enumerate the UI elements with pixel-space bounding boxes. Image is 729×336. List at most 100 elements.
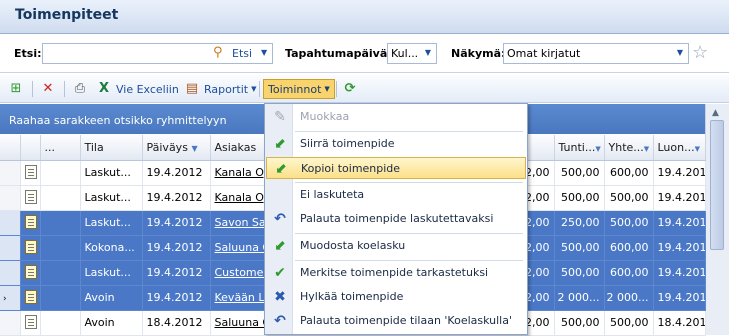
- current-row-arrow-icon: ›: [3, 294, 7, 304]
- search-bar: Etsi: ⚲ Etsi ▼ Tapahtumapäivä: Kul... ▼ …: [0, 35, 729, 73]
- cell-date: 19.4.2012: [142, 185, 211, 211]
- refresh-button[interactable]: ⟳: [342, 79, 362, 99]
- pencil-icon: ✎: [274, 109, 286, 125]
- arrow-icon: ⬋: [274, 136, 286, 152]
- cell-hours: 500,00: [554, 260, 605, 286]
- chevron-down-icon[interactable]: ▼: [425, 48, 431, 57]
- date-select[interactable]: Kul... ▼: [387, 43, 437, 64]
- column-header-total[interactable]: Yhte...▼: [604, 135, 654, 161]
- cell-date: 19.4.2012: [142, 235, 211, 261]
- toolbar-separator: [64, 81, 65, 97]
- search-button[interactable]: Etsi: [232, 47, 252, 60]
- menu-item-restore-invoiceable[interactable]: ↶ Palauta toimenpide laskutettavaksi: [266, 208, 526, 230]
- row-indicator: [0, 260, 21, 286]
- column-header[interactable]: ...: [40, 135, 81, 161]
- column-header-date[interactable]: Päiväys ▼: [142, 135, 211, 161]
- cell-date: 19.4.2012: [142, 210, 211, 236]
- scroll-up-icon[interactable]: ▲: [712, 108, 719, 118]
- column-header-tila[interactable]: Tila: [80, 135, 143, 161]
- menu-separator: [295, 260, 523, 261]
- menu-item-no-invoice[interactable]: Ei laskuteta: [266, 184, 526, 206]
- cell-total: 2 000...: [604, 285, 654, 311]
- search-icon[interactable]: ⚲: [213, 45, 223, 60]
- chevron-down-icon[interactable]: ▼: [261, 48, 267, 57]
- delete-button[interactable]: ✕: [40, 79, 60, 99]
- menu-item-edit[interactable]: ✎ Muokkaa: [266, 106, 526, 128]
- view-select-value: Omat kirjatut: [507, 47, 581, 60]
- cell-created: 19.4.2012: [653, 260, 706, 286]
- row-indicator: [0, 235, 21, 261]
- group-hint: Raahaa sarakkeen otsikko ryhmittelyyn: [9, 114, 227, 127]
- arrow-icon: ⬋: [275, 161, 287, 177]
- window-titlebar: Toimenpiteet: [0, 0, 729, 34]
- document-icon: [24, 315, 37, 329]
- favorite-star-icon[interactable]: ☆: [692, 42, 708, 63]
- date-select-value: Kul...: [391, 47, 419, 60]
- export-excel-label: Vie Exceliin: [116, 82, 179, 96]
- row-icon-cell: [20, 160, 41, 186]
- cell-tila: Laskut...: [80, 160, 143, 186]
- menu-item-restore-trial[interactable]: ↶ Palauta toimenpide tilaan 'Koelaskulla…: [266, 310, 526, 332]
- menu-item-label: Hylkää toimenpide: [300, 290, 404, 303]
- menu-item-label: Ei laskuteta: [300, 188, 365, 201]
- menu-item-create-trial-invoice[interactable]: ⬋ Muodosta koelasku: [266, 235, 526, 257]
- row-icon-cell: [20, 260, 41, 286]
- row-icon-cell: [20, 185, 41, 211]
- refresh-icon: ⟳: [344, 81, 356, 96]
- add-icon: ⊞: [10, 81, 22, 96]
- document-icon: [24, 265, 37, 279]
- menu-item-label: Kopioi toimenpide: [301, 162, 401, 175]
- cell-empty: [40, 260, 81, 286]
- cell-date: 19.4.2012: [142, 160, 211, 186]
- row-indicator: [0, 310, 21, 336]
- search-input[interactable]: ⚲ Etsi ▼: [42, 43, 273, 64]
- column-header-total-label: Yhte...: [608, 140, 644, 154]
- column-header-created-label: Luon...: [657, 140, 695, 154]
- menu-item-label: Merkitse toimenpide tarkastetuksi: [300, 266, 489, 279]
- menu-separator: [295, 182, 523, 183]
- column-header-hours[interactable]: Tunti...▼: [554, 135, 605, 161]
- cell-date: 19.4.2012: [142, 285, 211, 311]
- actions-menu-button[interactable]: Toiminnot ▼: [263, 79, 335, 99]
- scrollbar-thumb[interactable]: [710, 120, 724, 250]
- cell-empty: [40, 185, 81, 211]
- print-button[interactable]: ⎙: [72, 79, 92, 99]
- page-title: Toimenpiteet: [15, 7, 119, 23]
- undo-icon: ↶: [274, 211, 286, 227]
- chevron-down-icon: ▼: [324, 85, 330, 93]
- reports-button[interactable]: ▤ Raportit ▼: [184, 79, 257, 99]
- export-excel-button[interactable]: X Vie Exceliin: [96, 79, 179, 99]
- cell-total: 500,00: [604, 210, 654, 236]
- cell-created: 19.4.2012: [653, 285, 706, 311]
- row-icon-cell: [20, 210, 41, 236]
- toolbar: ⊞ ✕ ⎙ X Vie Exceliin ▤ Raportit ▼ Toimin…: [0, 75, 729, 103]
- actions-dropdown-menu: ✎ Muokkaa ⬋ Siirrä toimenpide ⬋ Kopioi t…: [264, 103, 528, 335]
- cell-created: 18.4.2012: [653, 310, 706, 336]
- vertical-scrollbar[interactable]: ▲: [705, 104, 729, 335]
- add-button[interactable]: ⊞: [8, 79, 28, 99]
- filter-icon: ▼: [643, 144, 650, 153]
- cell-empty: [40, 235, 81, 261]
- cell-tila: Kokona...: [80, 235, 143, 261]
- menu-item-mark-checked[interactable]: ✔ Merkitse toimenpide tarkastetuksi: [266, 262, 526, 284]
- reports-label: Raportit: [204, 82, 249, 96]
- cell-total: 500,00: [604, 185, 654, 211]
- toolbar-separator: [32, 81, 33, 97]
- cell-created: 19.4.2012: [653, 160, 706, 186]
- delete-icon: ✕: [42, 81, 54, 96]
- menu-item-label: Muodosta koelasku: [300, 239, 406, 252]
- menu-item-copy[interactable]: ⬋ Kopioi toimenpide: [266, 157, 526, 179]
- column-header-icon: [20, 135, 41, 161]
- view-select[interactable]: Omat kirjatut ▼: [503, 43, 689, 64]
- cell-total: 600,00: [604, 235, 654, 261]
- actions-label: Toiminnot: [268, 82, 322, 96]
- cell-created: 19.4.2012: [653, 235, 706, 261]
- arrow-icon: ⬋: [274, 238, 286, 254]
- column-header-created[interactable]: Luon...▼: [653, 135, 706, 161]
- menu-item-move[interactable]: ⬋ Siirrä toimenpide: [266, 133, 526, 155]
- cell-created: 19.4.2012: [653, 210, 706, 236]
- search-label: Etsi:: [14, 47, 42, 60]
- cell-empty: [40, 210, 81, 236]
- chevron-down-icon[interactable]: ▼: [677, 48, 683, 57]
- menu-item-reject[interactable]: ✖ Hylkää toimenpide: [266, 286, 526, 308]
